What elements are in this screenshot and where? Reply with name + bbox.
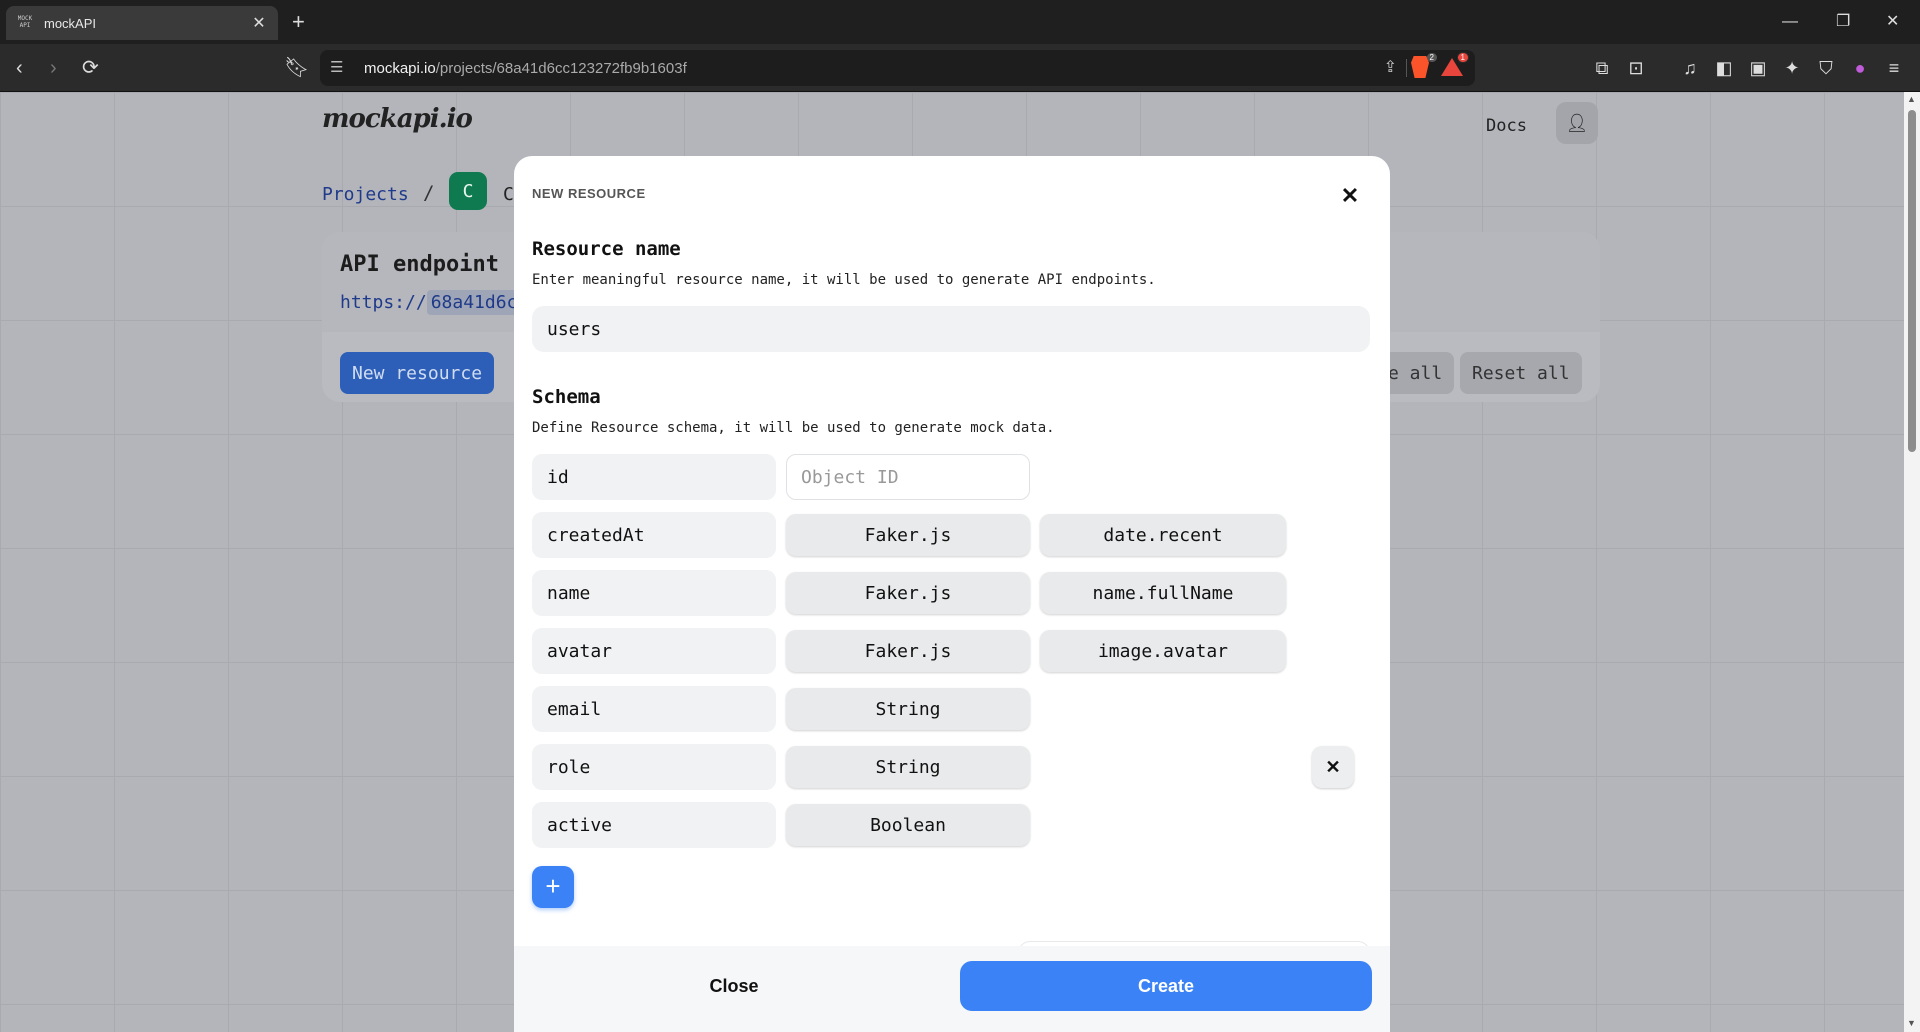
scroll-thumb[interactable] <box>1908 110 1916 452</box>
schema-row-active: Boolean <box>532 802 1352 848</box>
sidebar-icon[interactable]: ◧ <box>1712 56 1736 80</box>
breadcrumb-projects[interactable]: Projects <box>322 184 409 205</box>
minimize-icon[interactable]: — <box>1782 10 1798 34</box>
schema-row-email: String <box>532 686 1352 732</box>
new-resource-modal: NEW RESOURCE ✕ Resource name Enter meani… <box>514 156 1390 1032</box>
schema-field-name-input[interactable] <box>532 454 776 500</box>
delete-row-close-icon[interactable]: ✕ <box>1312 746 1354 788</box>
page-scrollbar[interactable]: ▲ ▼ <box>1904 92 1920 1032</box>
window-close-icon[interactable]: ✕ <box>1886 10 1899 34</box>
modal-footer: Close Create <box>514 946 1390 1032</box>
schema-type-select[interactable]: String <box>786 746 1030 788</box>
close-icon[interactable]: ✕ <box>1336 182 1364 210</box>
breadcrumb-separator: / <box>423 182 435 204</box>
profile-icon[interactable]: ● <box>1848 56 1872 80</box>
mockapi-logo[interactable]: mockapi.io <box>322 104 473 134</box>
forward-icon[interactable]: › <box>50 56 57 80</box>
reload-icon[interactable]: ⟳ <box>82 56 99 80</box>
object-id-type: Object ID <box>786 454 1030 500</box>
docs-link[interactable]: Docs <box>1486 116 1527 136</box>
close-button[interactable]: Close <box>532 961 936 1011</box>
vpn-icon[interactable]: ⛉ <box>1814 56 1838 80</box>
address-bar[interactable]: ☰ mockapi.io/projects/68a41d6cc123272fb9… <box>320 50 1475 86</box>
schema-row-role: String ✕ <box>532 744 1354 790</box>
api-endpoint-url[interactable]: https://68a41d6c <box>340 290 522 315</box>
resource-name-title: Resource name <box>532 238 681 260</box>
schema-row-name: Faker.js name.fullName <box>532 570 1352 616</box>
rewards-badge: 1 <box>1456 52 1469 63</box>
create-button[interactable]: Create <box>960 961 1372 1011</box>
schema-row-id: Object ID <box>532 454 1352 500</box>
schema-row-createdat: Faker.js date.recent <box>532 512 1352 558</box>
back-icon[interactable]: ‹ <box>16 56 23 80</box>
schema-field-name-input[interactable] <box>532 802 776 848</box>
api-url-id: 68a41d6c <box>426 290 522 315</box>
bookmark-icon[interactable]: 🔖︎ <box>284 56 309 80</box>
api-endpoint-title: API endpoint <box>340 252 499 277</box>
user-icon: 👤︎ <box>1565 112 1589 133</box>
resource-name-description: Enter meaningful resource name, it will … <box>532 272 1156 288</box>
tab-title: mockAPI <box>44 15 97 31</box>
schema-title: Schema <box>532 386 601 408</box>
browser-tab[interactable]: MOCK API mockAPI ✕ <box>6 6 278 40</box>
schema-faker-method-select[interactable]: name.fullName <box>1040 572 1286 614</box>
share-icon[interactable]: ⇪ <box>1384 57 1397 77</box>
schema-type-select[interactable]: Faker.js <box>786 514 1030 556</box>
brave-shields-badge: 2 <box>1426 53 1437 62</box>
schema-faker-method-select[interactable]: image.avatar <box>1040 630 1286 672</box>
schema-field-name-input[interactable] <box>532 628 776 674</box>
screenshot-icon[interactable]: ⊡ <box>1624 56 1648 80</box>
menu-icon[interactable]: ≡ <box>1882 56 1906 80</box>
new-tab-icon[interactable]: + <box>292 10 305 34</box>
project-name[interactable]: C <box>503 184 514 205</box>
restore-icon[interactable]: ❐ <box>1836 10 1850 34</box>
schema-type-select[interactable]: String <box>786 688 1030 730</box>
modal-heading: NEW RESOURCE <box>532 186 646 201</box>
user-menu-button[interactable]: 👤︎ <box>1556 102 1598 144</box>
new-resource-button[interactable]: New resource <box>340 352 495 394</box>
url-text[interactable]: mockapi.io/projects/68a41d6cc123272fb9b1… <box>364 60 687 77</box>
schema-faker-method-select[interactable]: date.recent <box>1040 514 1286 556</box>
browser-tab-bar: MOCK API mockAPI ✕ + — ❐ ✕ <box>0 0 1920 44</box>
schema-description: Define Resource schema, it will be used … <box>532 420 1055 436</box>
schema-field-name-input[interactable] <box>532 744 776 790</box>
extensions-icon[interactable]: ⧉ <box>1590 56 1614 80</box>
reset-all-button[interactable]: Reset all <box>1460 352 1582 394</box>
site-settings-icon[interactable]: ☰ <box>330 58 343 76</box>
schema-type-select[interactable]: Faker.js <box>786 630 1030 672</box>
browser-toolbar: ‹ › ⟳ 🔖︎ ☰ mockapi.io/projects/68a41d6cc… <box>0 44 1920 92</box>
schema-field-name-input[interactable] <box>532 686 776 732</box>
mockapi-favicon-icon: MOCK API <box>17 15 33 29</box>
leo-ai-icon[interactable]: ✦ <box>1780 56 1804 80</box>
scroll-up-icon[interactable]: ▲ <box>1907 94 1916 104</box>
schema-row-avatar: Faker.js image.avatar <box>532 628 1352 674</box>
schema-field-name-input[interactable] <box>532 512 776 558</box>
wallet-icon[interactable]: ▣ <box>1746 56 1770 80</box>
add-field-plus-icon[interactable]: + <box>532 866 574 908</box>
scroll-down-icon[interactable]: ▼ <box>1907 1018 1916 1028</box>
omnibox-divider <box>1406 59 1407 77</box>
media-icon[interactable]: ♫ <box>1678 56 1702 80</box>
schema-type-select[interactable]: Boolean <box>786 804 1030 846</box>
tab-close-icon[interactable]: ✕ <box>250 13 268 33</box>
schema-field-name-input[interactable] <box>532 570 776 616</box>
resource-name-input[interactable] <box>532 306 1370 352</box>
brave-shields-icon[interactable] <box>1411 56 1429 78</box>
api-url-prefix: https:// <box>340 292 427 313</box>
schema-type-select[interactable]: Faker.js <box>786 572 1030 614</box>
project-badge: C <box>449 172 487 210</box>
